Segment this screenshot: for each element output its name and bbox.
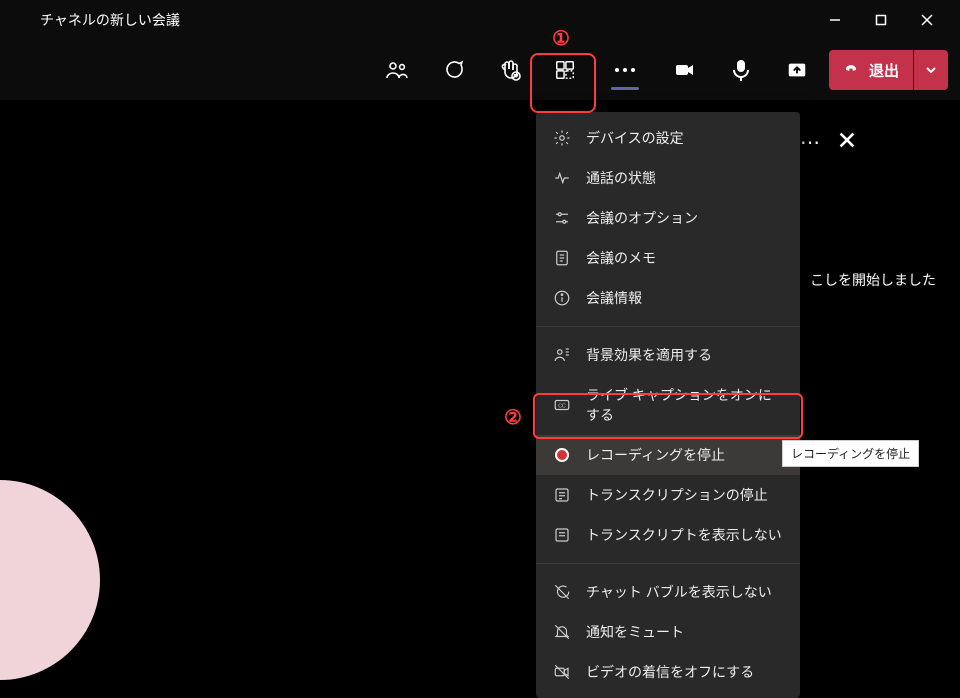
info-icon [552, 288, 572, 308]
more-actions-button[interactable] [597, 42, 653, 98]
leave-dropdown-button[interactable] [914, 50, 948, 90]
share-button[interactable] [773, 46, 821, 94]
menu-label: 背景効果を適用する [586, 345, 712, 365]
menu-separator [536, 563, 800, 564]
sliders-icon [552, 208, 572, 228]
menu-label: 会議のオプション [586, 208, 698, 228]
gear-icon [552, 128, 572, 148]
more-actions-menu: デバイスの設定 通話の状態 会議のオプション 会議のメモ 会議情報 背景効果を適… [536, 112, 800, 698]
record-icon [552, 445, 572, 465]
menu-label: トランスクリプトを表示しない [586, 525, 782, 545]
person-blur-icon [552, 345, 572, 365]
menu-label: 会議のメモ [586, 248, 656, 268]
titlebar: チャネルの新しい会議 [0, 0, 960, 40]
transcript-hide-icon [552, 525, 572, 545]
svg-text:CC: CC [558, 403, 566, 409]
menu-label: チャット バブルを表示しない [586, 582, 772, 602]
cc-icon: CC [552, 395, 572, 415]
video-off-icon [552, 662, 572, 682]
menu-label: トランスクリプションの停止 [586, 485, 768, 505]
leave-button[interactable]: 退出 [829, 50, 913, 90]
more-active-indicator [611, 87, 639, 90]
transcript-icon [552, 485, 572, 505]
side-panel-header: ⋯ [800, 130, 960, 155]
meeting-stage [0, 100, 960, 640]
leave-group: 退出 [829, 50, 948, 90]
close-window-button[interactable] [904, 0, 950, 40]
menu-label: ライブ キャプションをオンにする [586, 385, 784, 425]
window-controls [812, 0, 950, 40]
camera-button[interactable] [661, 46, 709, 94]
reactions-button[interactable] [485, 46, 533, 94]
menu-mute-notifications[interactable]: 通知をミュート [536, 612, 800, 652]
rooms-button[interactable] [541, 46, 589, 94]
menu-device-settings[interactable]: デバイスの設定 [536, 118, 800, 158]
chat-off-icon [552, 582, 572, 602]
notes-icon [552, 248, 572, 268]
meeting-toolbar: 退出 [0, 40, 960, 100]
menu-label: 通知をミュート [586, 622, 684, 642]
menu-label: 会議情報 [586, 288, 642, 308]
menu-meeting-info[interactable]: 会議情報 [536, 278, 800, 318]
chat-button[interactable] [429, 46, 477, 94]
tooltip-stop-recording: レコーディングを停止 [782, 440, 919, 467]
window-title: チャネルの新しい会議 [40, 10, 180, 30]
leave-label: 退出 [869, 60, 899, 81]
menu-call-health[interactable]: 通話の状態 [536, 158, 800, 198]
menu-apply-background[interactable]: 背景効果を適用する [536, 335, 800, 375]
panel-close-button[interactable] [838, 131, 856, 154]
participants-button[interactable] [373, 46, 421, 94]
panel-more-button[interactable]: ⋯ [800, 130, 822, 155]
menu-label: レコーディングを停止 [586, 445, 725, 465]
menu-meeting-notes[interactable]: 会議のメモ [536, 238, 800, 278]
menu-meeting-options[interactable]: 会議のオプション [536, 198, 800, 238]
menu-stop-recording[interactable]: レコーディングを停止 [536, 435, 800, 475]
minimize-button[interactable] [812, 0, 858, 40]
menu-label: ビデオの着信をオフにする [586, 662, 754, 682]
pulse-icon [552, 168, 572, 188]
maximize-button[interactable] [858, 0, 904, 40]
menu-label: デバイスの設定 [586, 128, 684, 148]
menu-turn-off-incoming-video[interactable]: ビデオの着信をオフにする [536, 652, 800, 692]
menu-label: 通話の状態 [586, 168, 656, 188]
status-message: こしを開始しました [810, 270, 936, 290]
menu-separator [536, 326, 800, 327]
menu-hide-chat-bubble[interactable]: チャット バブルを表示しない [536, 572, 800, 612]
bell-off-icon [552, 622, 572, 642]
mic-button[interactable] [717, 46, 765, 94]
menu-turn-on-live-captions[interactable]: CC ライブ キャプションをオンにする [536, 375, 800, 435]
participant-avatar [0, 480, 100, 680]
menu-hide-transcript[interactable]: トランスクリプトを表示しない [536, 515, 800, 555]
menu-stop-transcription[interactable]: トランスクリプションの停止 [536, 475, 800, 515]
